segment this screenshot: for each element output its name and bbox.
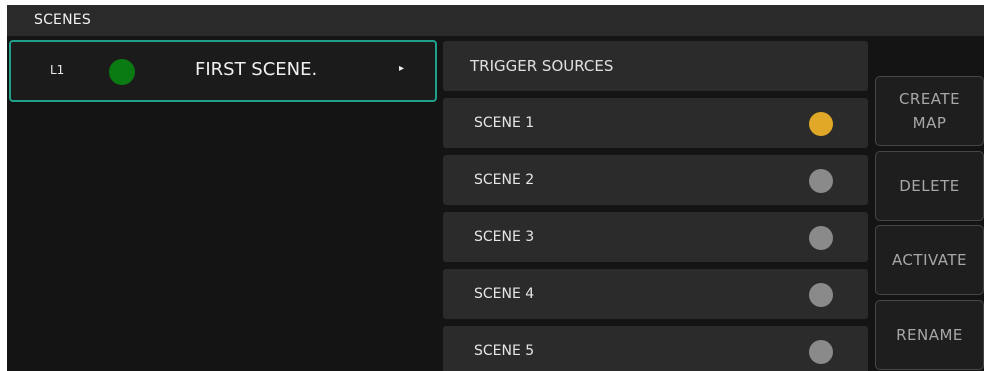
trigger-item-label: SCENE 2	[474, 172, 535, 188]
trigger-sources-panel: TRIGGER SOURCES SCENE 1 SCENE 2 SCENE 3 …	[443, 41, 869, 371]
activate-label: ACTIVATE	[891, 251, 968, 269]
delete-label: DELETE	[899, 177, 960, 195]
trigger-item-scene-2[interactable]: SCENE 2	[443, 155, 868, 205]
status-indicator-icon	[809, 283, 833, 307]
scene-row-first-scene[interactable]: L1 FIRST SCENE. ▸	[9, 40, 437, 102]
create-map-button[interactable]: CREATE MAP	[875, 76, 984, 146]
status-indicator-icon	[809, 112, 833, 136]
scene-status-indicator	[109, 59, 135, 85]
status-indicator-icon	[809, 340, 833, 364]
play-arrow-icon[interactable]: ▸	[399, 63, 404, 74]
trigger-item-scene-1[interactable]: SCENE 1	[443, 98, 868, 148]
delete-button[interactable]: DELETE	[875, 151, 984, 221]
trigger-sources-header: TRIGGER SOURCES	[443, 41, 868, 91]
scene-layer-label: L1	[50, 63, 65, 77]
rename-label: RENAME	[896, 326, 963, 344]
status-indicator-icon	[809, 226, 833, 250]
trigger-item-label: SCENE 5	[474, 343, 535, 359]
action-buttons: CREATE MAP DELETE ACTIVATE RENAME	[875, 76, 984, 371]
status-indicator-icon	[809, 169, 833, 193]
scene-list: L1 FIRST SCENE. ▸	[7, 36, 443, 371]
scenes-window: SCENES L1 FIRST SCENE. ▸ TRIGGER SOURCES…	[7, 5, 984, 371]
trigger-item-scene-4[interactable]: SCENE 4	[443, 269, 868, 319]
activate-button[interactable]: ACTIVATE	[875, 225, 984, 295]
create-map-label-line1: CREATE	[898, 90, 961, 108]
trigger-item-scene-5[interactable]: SCENE 5	[443, 326, 868, 371]
scene-name: FIRST SCENE.	[195, 59, 318, 80]
trigger-item-label: SCENE 4	[474, 286, 535, 302]
create-map-label-line2: MAP	[912, 114, 947, 132]
trigger-item-scene-3[interactable]: SCENE 3	[443, 212, 868, 262]
header-title: SCENES	[34, 12, 91, 28]
trigger-sources-title: TRIGGER SOURCES	[470, 57, 614, 75]
rename-button[interactable]: RENAME	[875, 300, 984, 370]
trigger-item-label: SCENE 1	[474, 115, 535, 131]
trigger-item-label: SCENE 3	[474, 229, 535, 245]
scenes-header: SCENES	[7, 5, 984, 36]
